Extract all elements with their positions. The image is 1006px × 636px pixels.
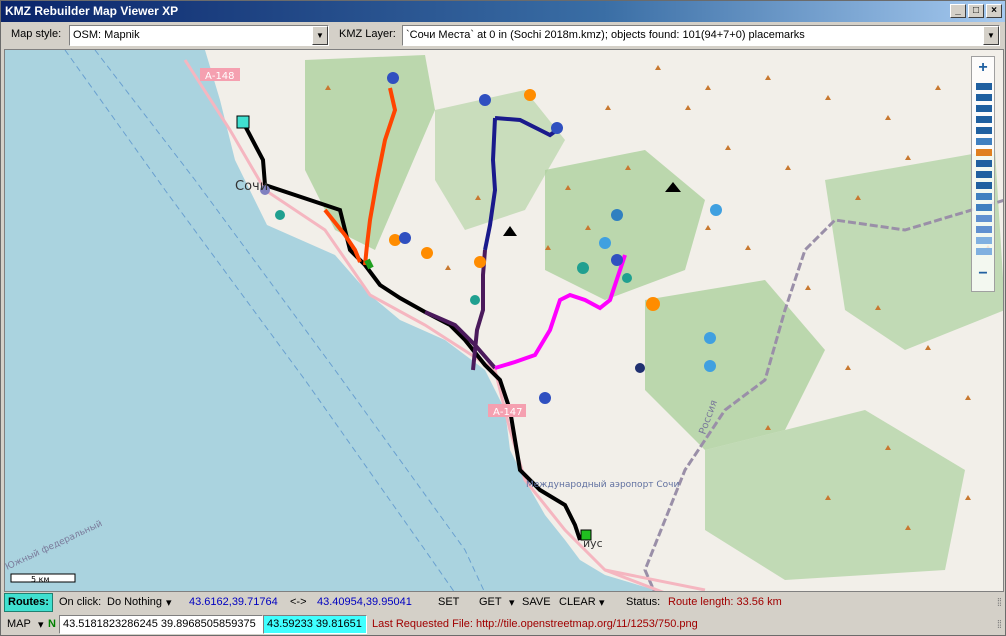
coord-end[interactable]: 43.40954,39.95041 — [317, 596, 412, 608]
road-label-a148: А-148 — [205, 71, 235, 82]
poi-icon[interactable] — [611, 209, 623, 221]
zoom-level[interactable] — [976, 204, 992, 211]
zoom-level[interactable] — [976, 94, 992, 101]
on-click-select[interactable]: Do Nothing — [107, 596, 162, 608]
poi-icon[interactable] — [479, 94, 491, 106]
zoom-in-button[interactable]: + — [972, 59, 994, 77]
zoom-level[interactable] — [976, 83, 992, 90]
zoom-control[interactable]: + − — [971, 56, 995, 292]
map-mode-label[interactable]: MAP — [7, 618, 31, 630]
poi-icon[interactable] — [421, 247, 433, 259]
arrows-label: <-> — [290, 596, 307, 608]
route-green[interactable] — [364, 258, 374, 270]
poi-icon[interactable] — [275, 210, 285, 220]
cursor-coordinates: 43.59233 39.81651 — [263, 615, 367, 634]
city-label-sochi: Сочи — [235, 179, 268, 194]
chevron-down-icon[interactable]: ▾ — [38, 618, 44, 631]
coord-start[interactable]: 43.6162,39.71764 — [189, 596, 278, 608]
last-request-label: Last Requested File: http://tile.openstr… — [372, 618, 698, 630]
resize-grip-icon: ⁞⁞ — [996, 597, 1002, 609]
routes-label: Routes: — [4, 593, 53, 612]
poi-icon[interactable] — [704, 332, 716, 344]
resize-grip-icon: ⁞⁞ — [996, 619, 1002, 631]
zoom-level[interactable] — [976, 160, 992, 167]
poi-icon[interactable] — [474, 256, 486, 268]
zoom-level[interactable] — [976, 193, 992, 200]
zoom-level[interactable] — [976, 182, 992, 189]
close-button[interactable]: × — [986, 4, 1002, 18]
poi-icon[interactable] — [599, 237, 611, 249]
zoom-level[interactable] — [976, 105, 992, 112]
scale-label: 5 км — [31, 575, 50, 584]
poi-icon[interactable] — [704, 360, 716, 372]
on-click-label: On click: — [59, 596, 102, 608]
poi-icon[interactable] — [399, 232, 411, 244]
poi-icon[interactable] — [524, 89, 536, 101]
north-label: N — [48, 618, 56, 630]
chevron-down-icon[interactable]: ▾ — [509, 596, 515, 609]
road-label-a147: А-147 — [493, 407, 523, 418]
map-style-label: Map style: — [11, 28, 62, 40]
map-status-bar: MAP ▾ N 43.5181823286245 39.896850585937… — [1, 614, 1005, 635]
chevron-down-icon[interactable]: ▾ — [166, 596, 172, 609]
kmz-layer-select[interactable]: `Сочи Места` at 0 in (Sochi 2018m.kmz); … — [402, 25, 1000, 46]
window-title: KMZ Rebuilder Map Viewer XP — [5, 4, 179, 18]
poi-icon[interactable] — [710, 204, 722, 216]
map-canvas[interactable]: А-148 А-147 Сочи Международный аэропорт … — [5, 50, 1004, 592]
town-label-adler: иус — [583, 537, 603, 550]
map-view[interactable]: А-148 А-147 Сочи Международный аэропорт … — [4, 49, 1004, 592]
poi-icon[interactable] — [646, 297, 660, 311]
minimize-button[interactable]: _ — [950, 4, 966, 18]
set-button[interactable]: SET — [438, 596, 459, 608]
save-button[interactable]: SAVE — [522, 596, 551, 608]
get-button[interactable]: GET — [479, 596, 502, 608]
poi-icon[interactable] — [539, 392, 551, 404]
kmz-layer-label: KMZ Layer: — [339, 28, 396, 40]
zoom-out-button[interactable]: − — [972, 265, 994, 283]
title-bar: KMZ Rebuilder Map Viewer XP _ □ × — [1, 1, 1005, 22]
airport-label: Международный аэропорт Сочи — [526, 480, 679, 490]
routes-status-bar: Routes: On click: Do Nothing ▾ 43.6162,3… — [1, 592, 1005, 613]
map-style-value: OSM: Mapnik — [73, 29, 140, 41]
poi-icon[interactable] — [577, 262, 589, 274]
zoom-level[interactable] — [976, 138, 992, 145]
clear-button[interactable]: CLEAR — [559, 596, 596, 608]
zoom-level-current[interactable] — [976, 149, 992, 156]
toolbar: Map style: OSM: Mapnik ▼ KMZ Layer: `Соч… — [1, 23, 1005, 48]
poi-icon[interactable] — [635, 363, 645, 373]
poi-icon[interactable] — [387, 72, 399, 84]
status-value: Route length: 33.56 km — [668, 596, 782, 608]
zoom-level[interactable] — [976, 226, 992, 233]
zoom-level[interactable] — [976, 237, 992, 244]
main-window: KMZ Rebuilder Map Viewer XP _ □ × Map st… — [0, 0, 1006, 636]
start-marker-icon[interactable] — [236, 115, 250, 129]
poi-icon[interactable] — [622, 273, 632, 283]
maximize-button[interactable]: □ — [968, 4, 984, 18]
kmz-layer-value: `Сочи Места` at 0 in (Sochi 2018m.kmz); … — [406, 29, 805, 41]
zoom-level[interactable] — [976, 171, 992, 178]
chevron-down-icon[interactable]: ▼ — [312, 26, 328, 45]
poi-icon[interactable] — [389, 234, 401, 246]
poi-icon[interactable] — [551, 122, 563, 134]
lat-lon-field[interactable]: 43.5181823286245 39.8968505859375 — [59, 615, 263, 634]
chevron-down-icon[interactable]: ▼ — [983, 26, 999, 45]
chevron-down-icon[interactable]: ▾ — [599, 596, 605, 609]
map-style-select[interactable]: OSM: Mapnik ▼ — [69, 25, 329, 46]
poi-icon[interactable] — [470, 295, 480, 305]
status-label: Status: — [626, 596, 661, 608]
zoom-level[interactable] — [976, 215, 992, 222]
zoom-level[interactable] — [976, 248, 992, 255]
zoom-level[interactable] — [976, 127, 992, 134]
poi-icon[interactable] — [611, 254, 623, 266]
zoom-level[interactable] — [976, 116, 992, 123]
